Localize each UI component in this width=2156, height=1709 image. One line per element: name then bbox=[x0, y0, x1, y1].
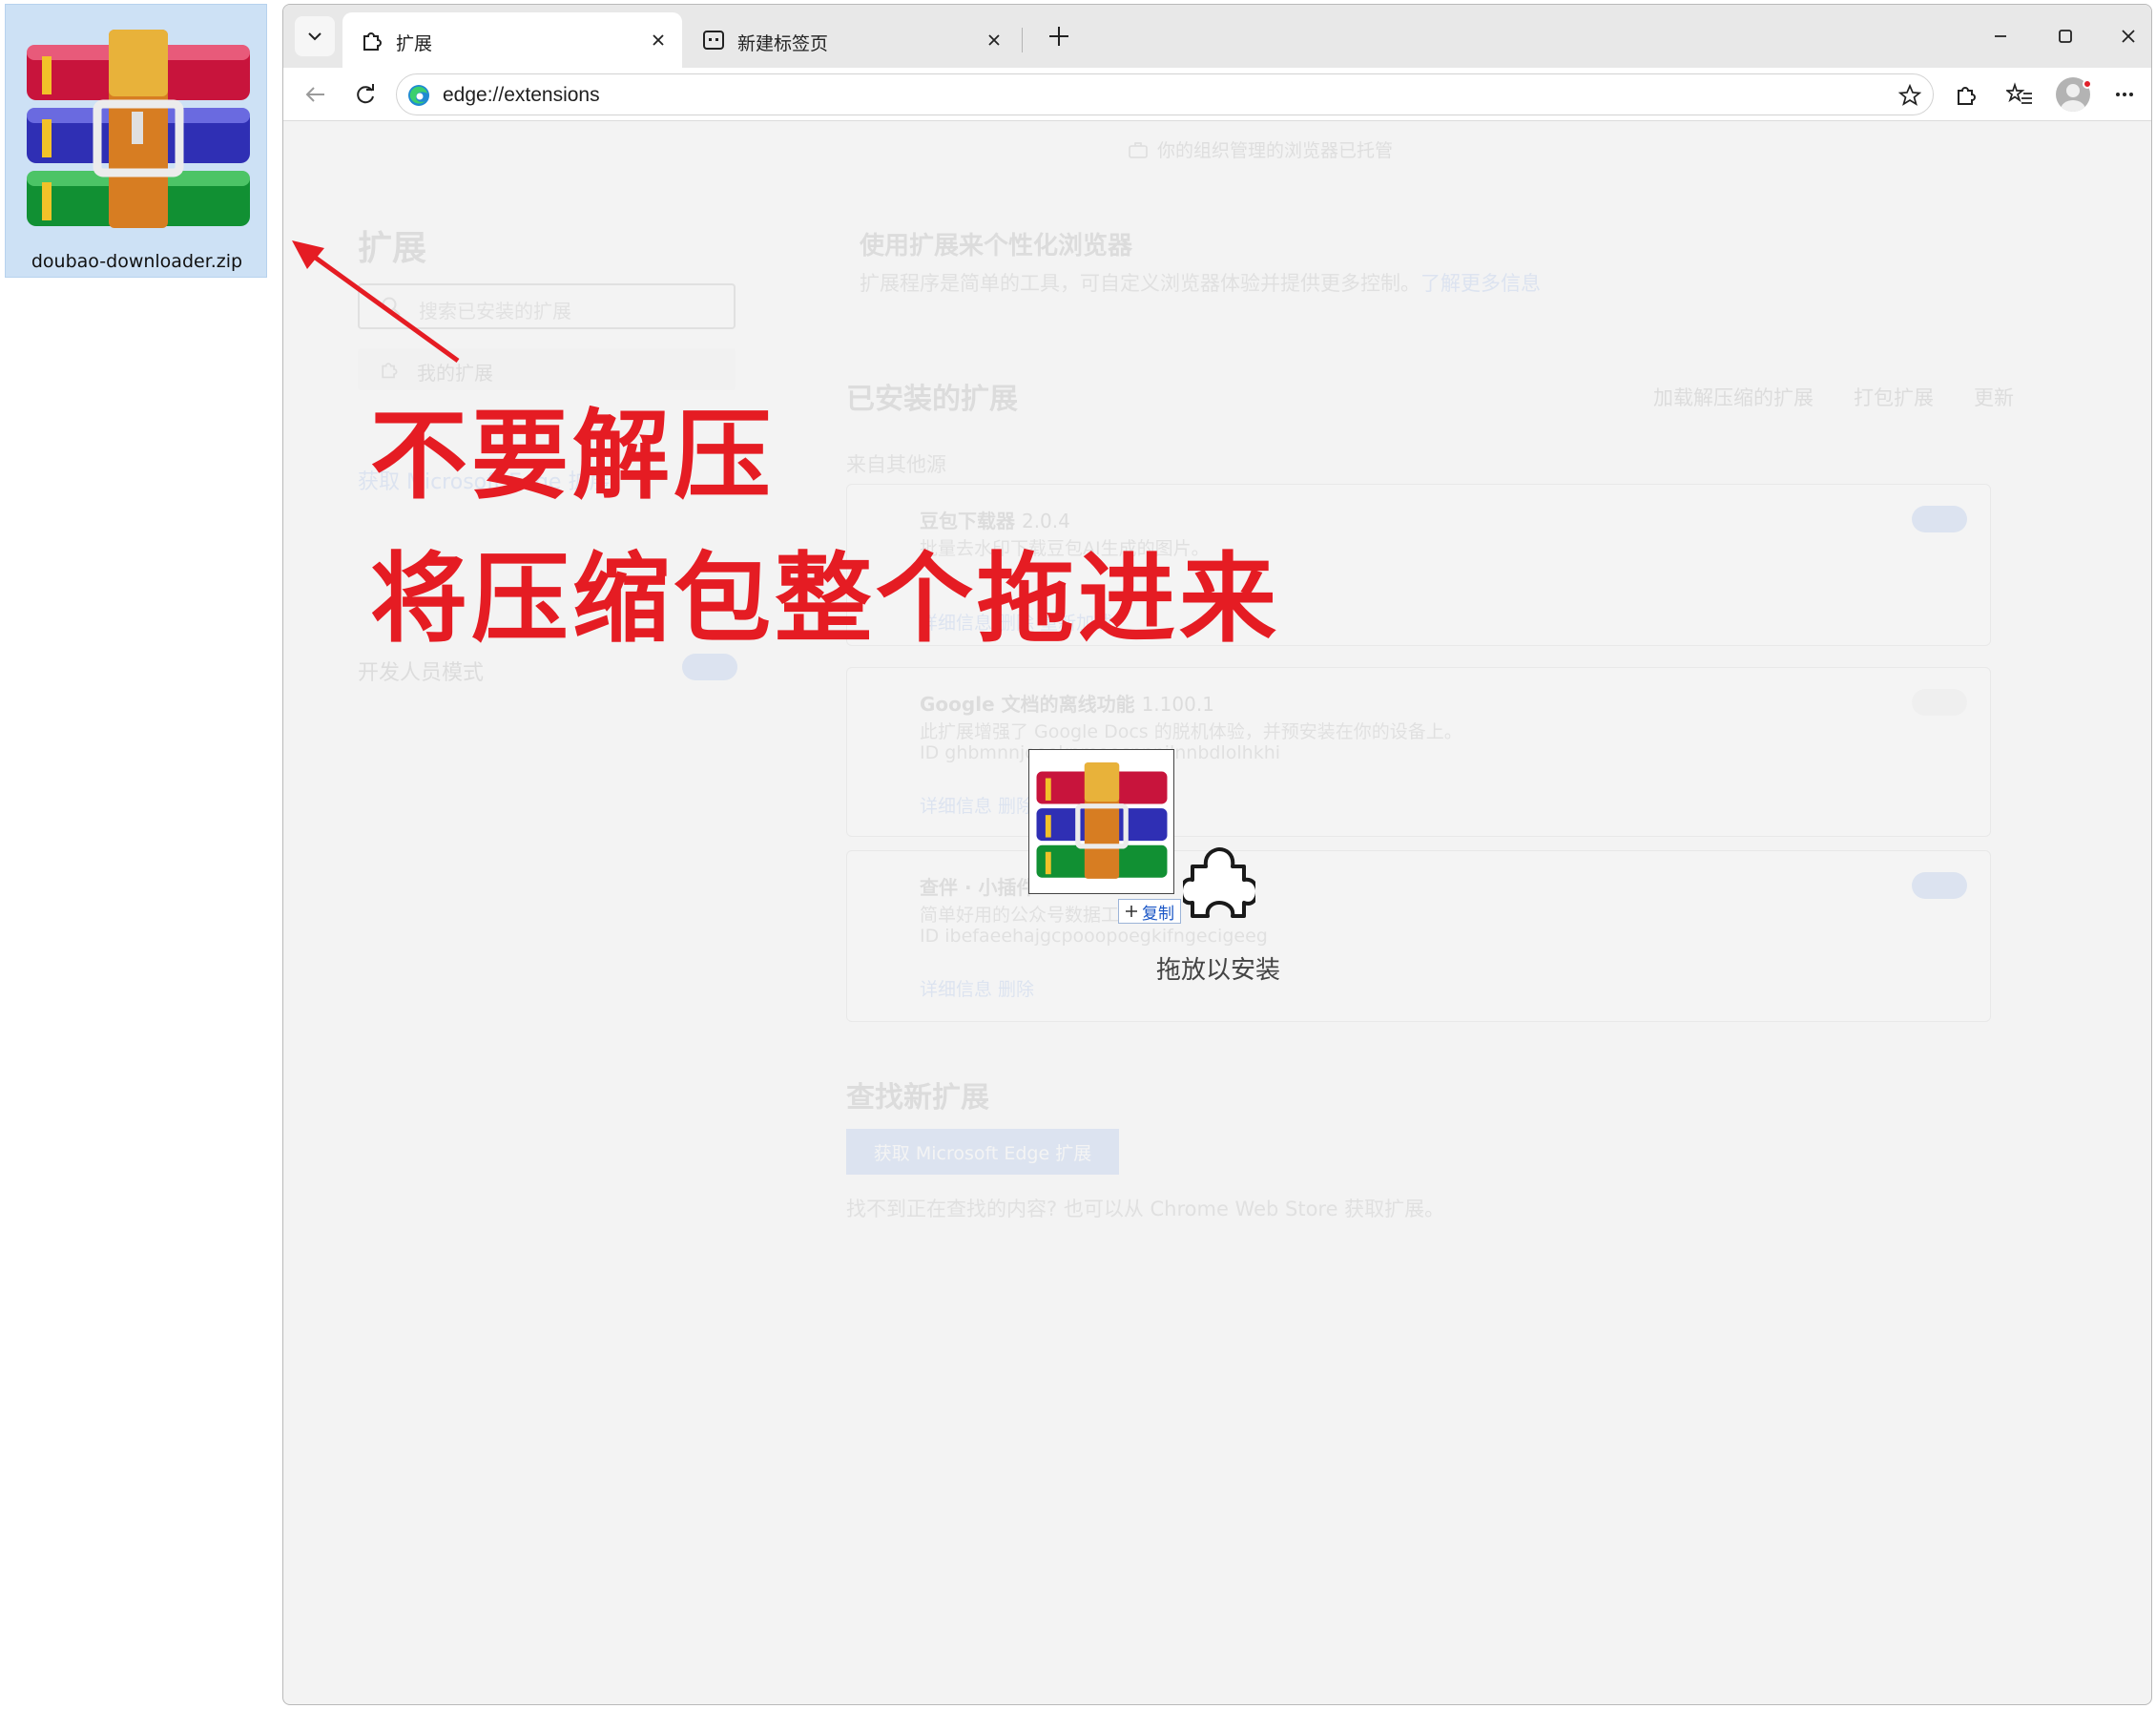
close-tab-icon[interactable] bbox=[982, 28, 1006, 52]
extension-card: 查伴 · 小插件 简单好用的公众号数据工具 ID ibefaeehajgcpoo… bbox=[846, 850, 1991, 1022]
briefcase-icon bbox=[1129, 141, 1148, 158]
extension-toggle[interactable] bbox=[1912, 506, 1967, 532]
installed-extensions-title: 已安装的扩展 bbox=[846, 383, 1018, 416]
more-horizontal-icon bbox=[2116, 93, 2133, 96]
update-button[interactable]: 更新 bbox=[1974, 383, 2014, 411]
extension-description: 此扩展增强了 Google Docs 的脱机体验，并预安装在你的设备上。 bbox=[920, 721, 1462, 742]
extension-card: Google 文档的离线功能 1.100.1 此扩展增强了 Google Doc… bbox=[846, 667, 1991, 837]
drop-to-install-label: 拖放以安装 bbox=[1156, 956, 1281, 985]
extension-name: Google 文档的离线功能 1.100.1 bbox=[920, 693, 1214, 716]
desktop-file-item[interactable]: doubao-downloader.zip bbox=[5, 4, 267, 278]
favorites-list-icon bbox=[2006, 82, 2032, 104]
profile-notification-badge bbox=[2083, 79, 2092, 89]
address-bar[interactable]: edge://extensions bbox=[396, 73, 1934, 115]
back-button[interactable] bbox=[297, 75, 335, 114]
tab-strip: 扩展 新建标签页 bbox=[283, 5, 2151, 68]
load-unpacked-button[interactable]: 加载解压缩的扩展 bbox=[1653, 383, 1814, 411]
other-sources-label: 来自其他源 bbox=[846, 453, 946, 476]
tab-title: 扩展 bbox=[396, 33, 433, 54]
close-icon bbox=[2122, 30, 2135, 43]
extension-id: ID ibefaeehajgcpooopoegkifngecigeeg bbox=[920, 926, 1268, 947]
extension-description: 简单好用的公众号数据工具 bbox=[920, 905, 1138, 926]
minimize-icon bbox=[1995, 35, 2006, 37]
annotation-drag-whole-archive: 将压缩包整个拖进来 bbox=[370, 543, 1280, 657]
extension-toggle[interactable] bbox=[1912, 872, 1967, 899]
minimize-button[interactable] bbox=[1976, 16, 2025, 56]
extension-toggle[interactable] bbox=[1912, 689, 1967, 716]
tab-actions-menu-button[interactable] bbox=[295, 16, 335, 56]
refresh-icon bbox=[357, 84, 374, 104]
extension-name: 查伴 · 小插件 bbox=[920, 876, 1036, 899]
banner-title: 使用扩展来个性化浏览器 bbox=[860, 232, 1133, 261]
pack-extension-button[interactable]: 打包扩展 bbox=[1854, 383, 1934, 411]
dragged-file-preview bbox=[1028, 749, 1174, 894]
file-name-label: doubao-downloader.zip bbox=[31, 251, 243, 272]
extension-links[interactable]: 详细信息 删除 bbox=[920, 975, 1034, 1001]
extensions-button[interactable] bbox=[1947, 75, 1985, 114]
new-tab-page-icon bbox=[703, 31, 724, 50]
annotation-do-not-extract: 不要解压 bbox=[370, 400, 775, 513]
puzzle-icon bbox=[1958, 87, 1976, 105]
get-edge-extensions-button[interactable]: 获取 Microsoft Edge 扩展 bbox=[846, 1129, 1119, 1175]
tab-title: 新建标签页 bbox=[737, 33, 829, 54]
extension-actions: 加载解压缩的扩展 打包扩展 更新 bbox=[1653, 383, 2014, 411]
winrar-archive-icon bbox=[27, 30, 250, 228]
managed-browser-note: 你的组织管理的浏览器已托管 bbox=[1129, 136, 1393, 162]
learn-more-link[interactable]: 了解更多信息 bbox=[1420, 272, 1541, 295]
extension-links[interactable]: 详细信息 删除 bbox=[920, 792, 1034, 818]
find-note-text: 找不到正在查找的内容? 也可以从 Chrome Web Store 获取扩展。 bbox=[846, 1198, 1445, 1220]
settings-and-more-button[interactable] bbox=[2105, 75, 2144, 114]
new-tab-button[interactable] bbox=[1041, 18, 1077, 54]
plus-icon bbox=[1049, 27, 1068, 46]
puzzle-icon bbox=[363, 32, 382, 51]
navigation-toolbar: edge://extensions bbox=[283, 68, 2151, 121]
drag-copy-badge: 复制 bbox=[1118, 899, 1181, 924]
plus-icon bbox=[1126, 906, 1137, 917]
edge-logo-icon bbox=[408, 85, 429, 106]
maximize-icon bbox=[2059, 30, 2072, 43]
chevron-down-icon bbox=[308, 32, 321, 41]
banner-text: 扩展程序是简单的工具，可自定义浏览器体验并提供更多控制。了解更多信息 bbox=[860, 272, 1541, 295]
extension-drop-cursor-icon bbox=[1183, 847, 1255, 918]
find-new-extensions-title: 查找新扩展 bbox=[846, 1081, 989, 1115]
annotation-arrow-icon bbox=[292, 240, 460, 364]
favorites-button[interactable] bbox=[2001, 75, 2039, 114]
winrar-archive-icon bbox=[1036, 762, 1168, 879]
maximize-button[interactable] bbox=[2041, 16, 2090, 56]
refresh-button[interactable] bbox=[346, 75, 384, 114]
tab-new-tab[interactable]: 新建标签页 bbox=[684, 12, 1018, 68]
url-text: edge://extensions bbox=[443, 84, 600, 106]
close-tab-icon[interactable] bbox=[646, 28, 671, 52]
close-window-button[interactable] bbox=[2104, 16, 2151, 56]
arrow-left-icon bbox=[305, 87, 324, 102]
favorite-star-icon[interactable] bbox=[1895, 80, 1925, 111]
tab-separator bbox=[1022, 28, 1023, 52]
tab-extensions[interactable]: 扩展 bbox=[342, 12, 682, 68]
